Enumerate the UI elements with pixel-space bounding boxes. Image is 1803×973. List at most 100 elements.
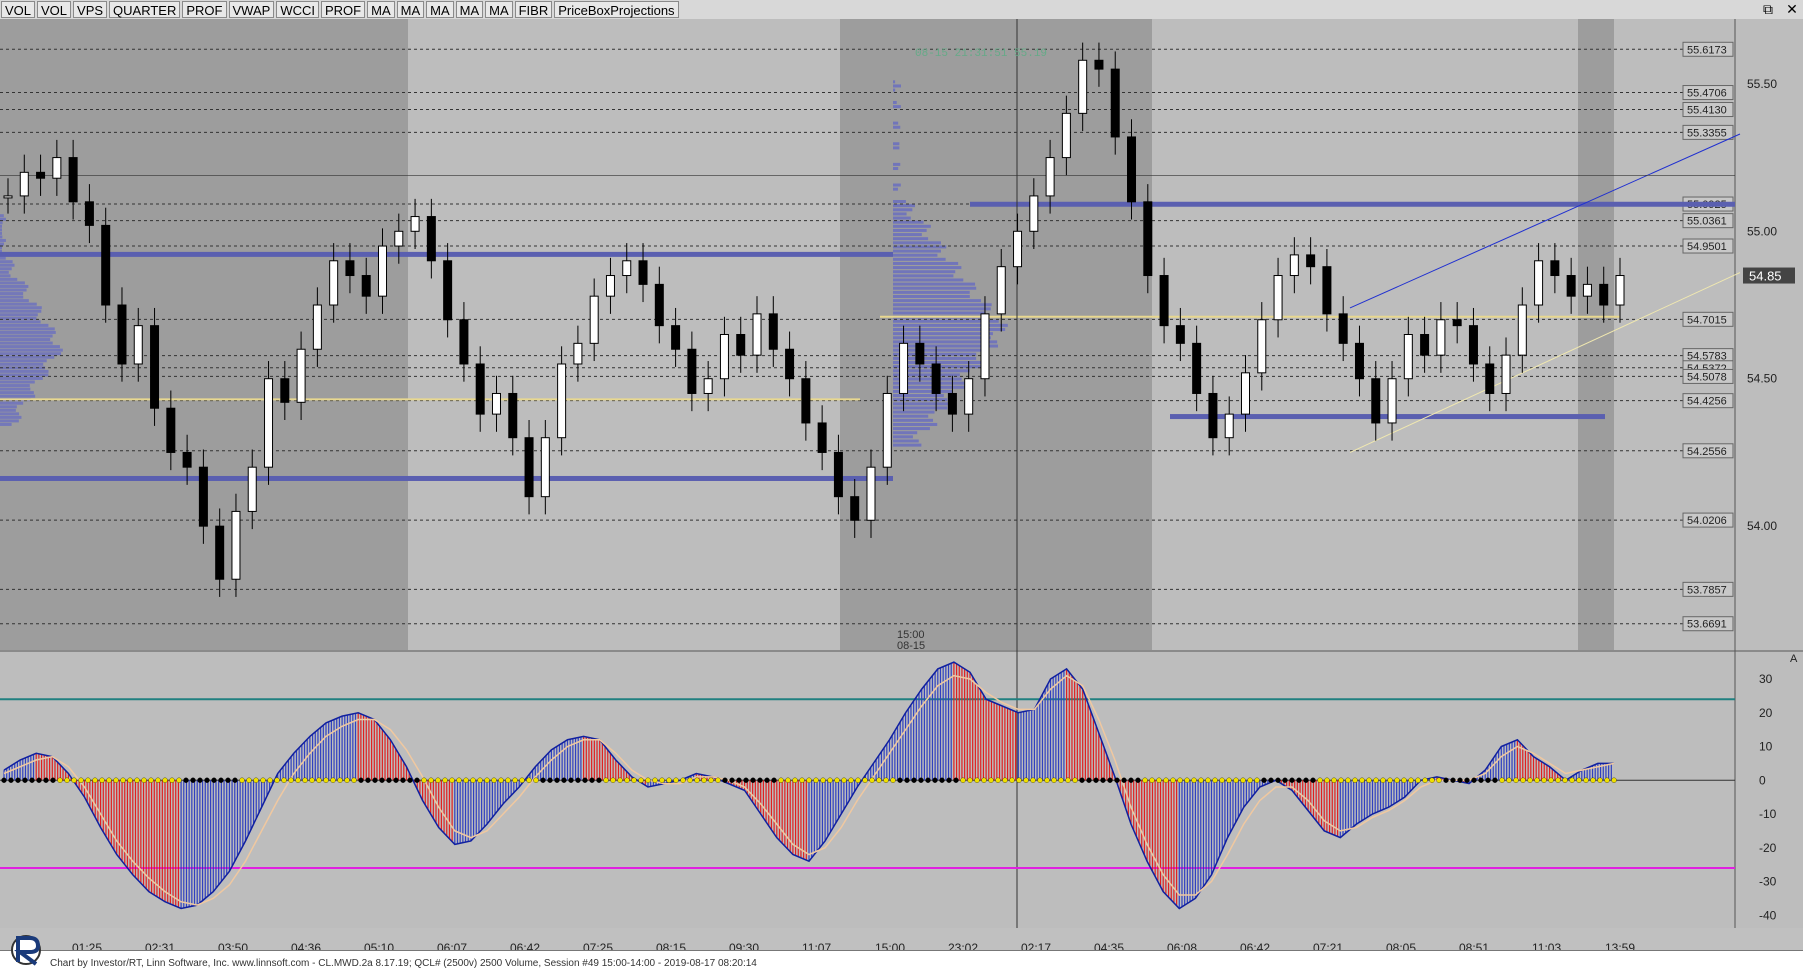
- candle-body: [931, 363, 941, 394]
- profile-bar: [0, 359, 47, 363]
- zero-dot: [1317, 777, 1323, 783]
- zero-dot: [589, 777, 595, 783]
- profile-bar: [893, 183, 901, 187]
- level-label: 55.3355: [1687, 127, 1727, 139]
- zero-dot: [309, 777, 315, 783]
- zero-dots: [1, 777, 1617, 783]
- candle-body: [622, 260, 632, 277]
- profile-bar: [0, 313, 38, 317]
- profile-bar: [0, 323, 49, 327]
- candle-body: [1078, 59, 1088, 114]
- zero-dot: [1142, 777, 1148, 783]
- profile-bar: [893, 212, 907, 216]
- profile-bar: [893, 84, 901, 88]
- price-chart[interactable]: 55.617355.470655.413055.335555.092555.03…: [0, 0, 1803, 972]
- zero-dot: [155, 777, 161, 783]
- profile-bar: [893, 422, 938, 426]
- zero-dot: [1261, 777, 1267, 783]
- candle-body: [1208, 392, 1218, 439]
- candle-body: [1615, 275, 1625, 306]
- zero-dot: [232, 777, 238, 783]
- candle-body: [1550, 260, 1560, 277]
- profile-bar: [0, 277, 18, 281]
- candle-body: [329, 260, 339, 306]
- candle-body: [1143, 201, 1153, 277]
- profile-bar: [893, 233, 922, 237]
- support-band: [0, 251, 893, 257]
- zero-dot: [1, 777, 7, 783]
- candle-body: [866, 466, 876, 521]
- macd-y-tick: -30: [1759, 875, 1777, 889]
- zero-dot: [764, 777, 770, 783]
- zero-dot: [687, 777, 693, 783]
- candle-body: [1289, 254, 1299, 277]
- zero-dot: [1555, 777, 1561, 783]
- zero-dot: [1457, 777, 1463, 783]
- candle-body: [361, 275, 371, 297]
- zero-dot: [505, 777, 511, 783]
- profile-bar: [0, 274, 11, 278]
- candle-body: [1273, 275, 1283, 321]
- profile-bar: [0, 306, 42, 310]
- zero-dot: [183, 777, 189, 783]
- zero-dot: [771, 777, 777, 783]
- candle-body: [345, 260, 355, 277]
- zero-dot: [1471, 777, 1477, 783]
- zero-dot: [876, 777, 882, 783]
- candle-body: [882, 392, 892, 468]
- profile-bar: [0, 231, 2, 235]
- zero-dot: [1548, 777, 1554, 783]
- macd-y-tick: -40: [1759, 908, 1777, 922]
- zero-dot: [148, 777, 154, 783]
- zero-dot: [1170, 777, 1176, 783]
- zero-dot: [932, 777, 938, 783]
- zero-dot: [995, 777, 1001, 783]
- zero-dot: [64, 777, 70, 783]
- zero-dot: [127, 777, 133, 783]
- zero-dot: [288, 777, 294, 783]
- zero-dot: [582, 777, 588, 783]
- zero-dot: [36, 777, 42, 783]
- zero-dot: [393, 777, 399, 783]
- status-footer: Chart by Investor/RT, Linn Software, Inc…: [0, 950, 1803, 973]
- zero-dot: [778, 777, 784, 783]
- zero-dot: [1072, 777, 1078, 783]
- candle-body: [1485, 363, 1495, 394]
- candle-body: [524, 437, 534, 498]
- zero-dot: [484, 777, 490, 783]
- zero-dot: [1303, 777, 1309, 783]
- zero-dot: [1366, 777, 1372, 783]
- profile-bar: [893, 286, 977, 290]
- candle-body: [654, 283, 664, 327]
- candle-body: [1599, 283, 1609, 306]
- profile-bar: [893, 270, 956, 274]
- zero-dot: [736, 777, 742, 783]
- zero-dot: [1583, 777, 1589, 783]
- zero-dot: [1023, 777, 1029, 783]
- zero-dot: [519, 777, 525, 783]
- zero-dot: [358, 777, 364, 783]
- zero-dot: [960, 777, 966, 783]
- zero-dot: [316, 777, 322, 783]
- profile-bar: [0, 281, 25, 285]
- zero-dot: [1590, 777, 1596, 783]
- zero-dot: [85, 777, 91, 783]
- zero-dot: [386, 777, 392, 783]
- zero-dot: [435, 777, 441, 783]
- zero-dot: [785, 777, 791, 783]
- profile-bar: [0, 415, 22, 419]
- zero-dot: [1282, 777, 1288, 783]
- candle-body: [1094, 59, 1104, 70]
- zero-dot: [1310, 777, 1316, 783]
- candle-body: [491, 392, 501, 415]
- candle-body: [1322, 266, 1332, 315]
- profile-bar: [893, 216, 911, 220]
- profile-bar: [893, 278, 964, 282]
- macd-y-tick: 10: [1759, 740, 1773, 754]
- zero-dot: [967, 777, 973, 783]
- zero-dot: [351, 777, 357, 783]
- session-shade: [1578, 19, 1614, 650]
- candle-body: [1029, 195, 1039, 232]
- candle-body: [1387, 378, 1397, 424]
- zero-dot: [680, 777, 686, 783]
